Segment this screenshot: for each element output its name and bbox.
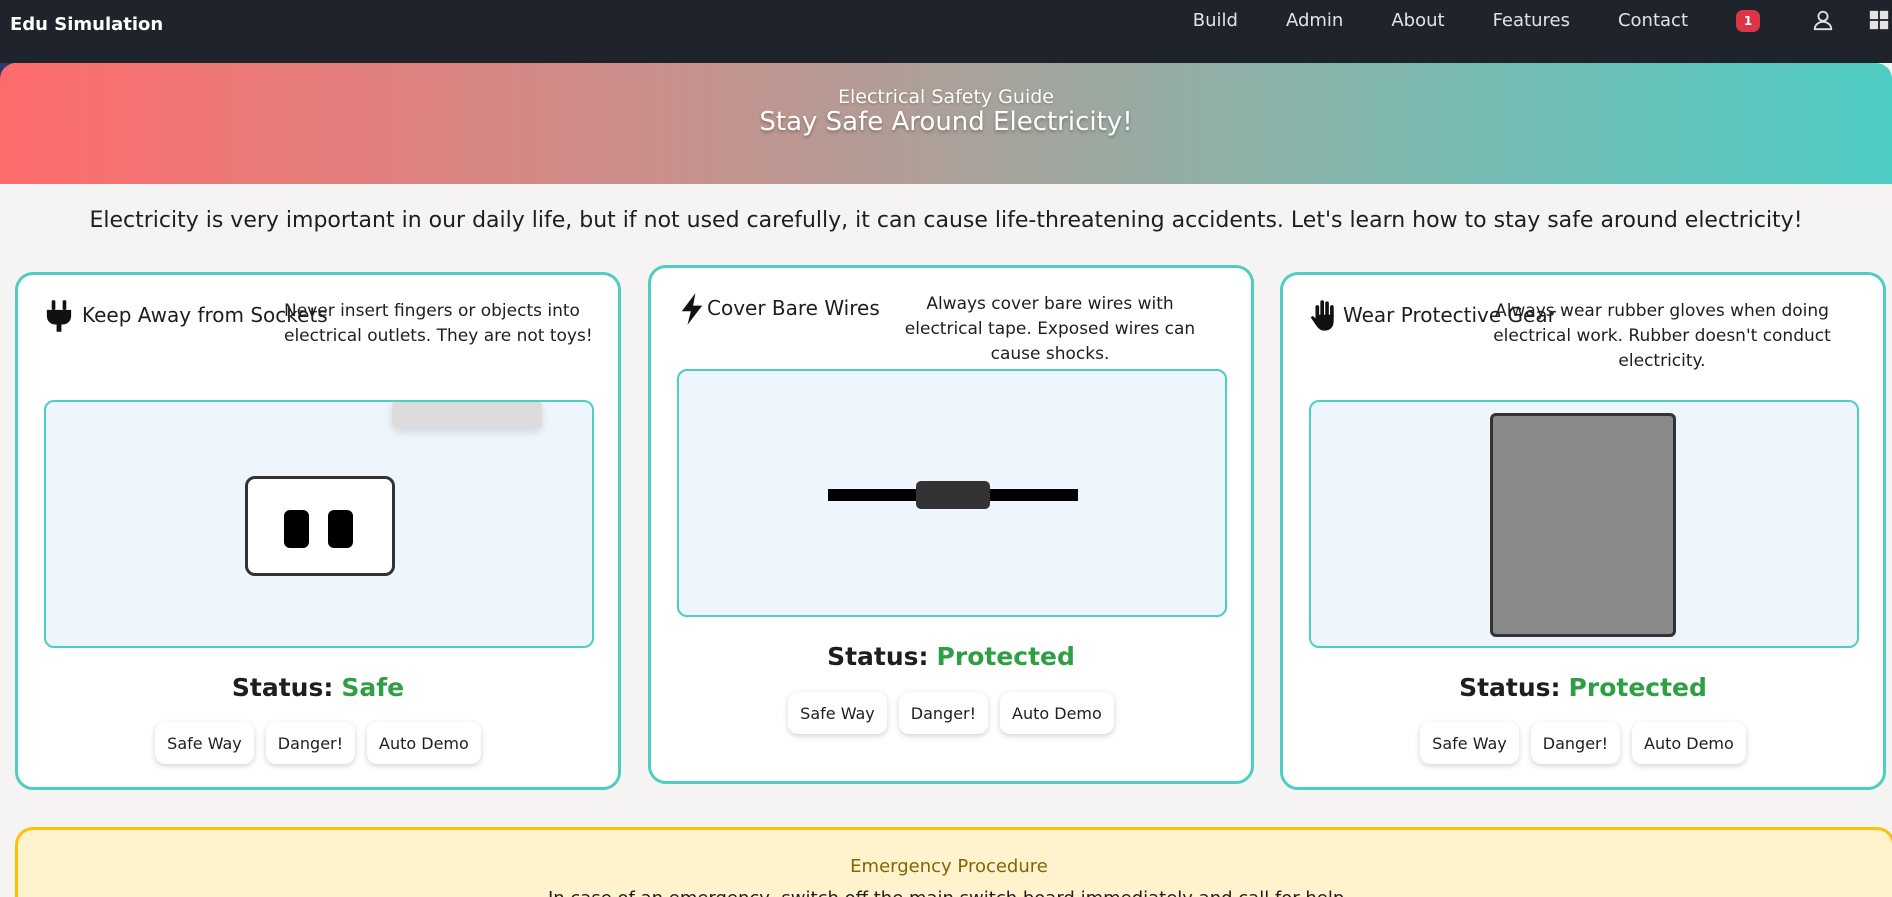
nav-links: Build Admin About Features Contact 1	[1193, 0, 1892, 40]
simulation-area[interactable]	[1309, 400, 1859, 648]
safety-card-sockets: Keep Away from Sockets Never insert fing…	[15, 272, 621, 790]
auto-demo-button[interactable]: Auto Demo	[1000, 692, 1114, 734]
danger-button[interactable]: Danger!	[898, 692, 989, 734]
socket-hole-left	[284, 510, 309, 548]
nav-link-admin[interactable]: Admin	[1286, 10, 1343, 31]
nav-link-contact[interactable]: Contact	[1618, 10, 1688, 31]
card-header: Keep Away from Sockets Never insert fing…	[44, 297, 604, 377]
hero-subtitle: Electrical Safety Guide	[838, 86, 1054, 108]
nav-link-features[interactable]: Features	[1493, 10, 1570, 31]
notification-badge[interactable]: 1	[1736, 10, 1760, 32]
safe-way-button[interactable]: Safe Way	[788, 692, 887, 734]
nav-link-about[interactable]: About	[1391, 10, 1444, 31]
intro-text: Electricity is very important in our dai…	[89, 208, 1803, 233]
danger-button[interactable]: Danger!	[1530, 722, 1621, 764]
socket-outlet	[245, 476, 395, 576]
nav-link-build[interactable]: Build	[1193, 10, 1238, 31]
emergency-text: In case of an emergency, switch off the …	[18, 888, 1880, 897]
hero-title: Stay Safe Around Electricity!	[759, 107, 1133, 137]
brand-logo[interactable]: Edu Simulation	[10, 14, 163, 35]
card-header: Wear Protective Gear Always wear rubber …	[1309, 297, 1869, 377]
navbar: Edu Simulation Build Admin About Feature…	[0, 0, 1892, 63]
status-line: Status: Safe	[18, 673, 618, 702]
hand-icon	[1310, 300, 1334, 331]
auto-demo-button[interactable]: Auto Demo	[367, 722, 481, 764]
status-value: Protected	[936, 642, 1075, 671]
card-description: Never insert fingers or objects into ele…	[284, 301, 593, 346]
finger-object[interactable]	[392, 402, 542, 428]
status-value: Safe	[341, 673, 405, 702]
card-description: Always cover bare wires with electrical …	[904, 294, 1196, 364]
hero-banner: Electrical Safety Guide Stay Safe Around…	[0, 63, 1892, 184]
simulation-area[interactable]	[44, 400, 594, 648]
simulation-area[interactable]	[677, 369, 1227, 617]
card-description: Always wear rubber gloves when doing ele…	[1493, 301, 1831, 371]
rubber-glove[interactable]	[1490, 413, 1676, 637]
status-line: Status: Protected	[1283, 673, 1883, 702]
user-icon[interactable]	[1812, 9, 1834, 31]
button-row: Safe Way Danger! Auto Demo	[18, 722, 618, 764]
status-value: Protected	[1568, 673, 1707, 702]
auto-demo-button[interactable]: Auto Demo	[1632, 722, 1746, 764]
status-label: Status:	[231, 673, 334, 702]
danger-button[interactable]: Danger!	[265, 722, 356, 764]
button-row: Safe Way Danger! Auto Demo	[651, 692, 1251, 734]
safety-card-gear: Wear Protective Gear Always wear rubber …	[1280, 272, 1886, 790]
status-line: Status: Protected	[651, 642, 1251, 671]
emergency-title: Emergency Procedure	[850, 856, 1048, 877]
status-label: Status:	[827, 642, 929, 671]
emergency-panel: Emergency Procedure In case of an emerge…	[15, 827, 1892, 897]
safe-way-button[interactable]: Safe Way	[1420, 722, 1519, 764]
plug-icon	[46, 300, 72, 332]
safety-card-wires: Cover Bare Wires Always cover bare wires…	[648, 265, 1254, 784]
safe-way-button[interactable]: Safe Way	[155, 722, 254, 764]
card-header: Cover Bare Wires Always cover bare wires…	[677, 290, 1237, 370]
bolt-icon	[681, 293, 703, 325]
grid-icon[interactable]	[1868, 9, 1890, 31]
status-label: Status:	[1459, 673, 1561, 702]
taped-wire-joint[interactable]	[916, 481, 990, 509]
card-title: Cover Bare Wires	[707, 296, 880, 320]
socket-hole-right	[328, 510, 353, 548]
button-row: Safe Way Danger! Auto Demo	[1283, 722, 1883, 764]
